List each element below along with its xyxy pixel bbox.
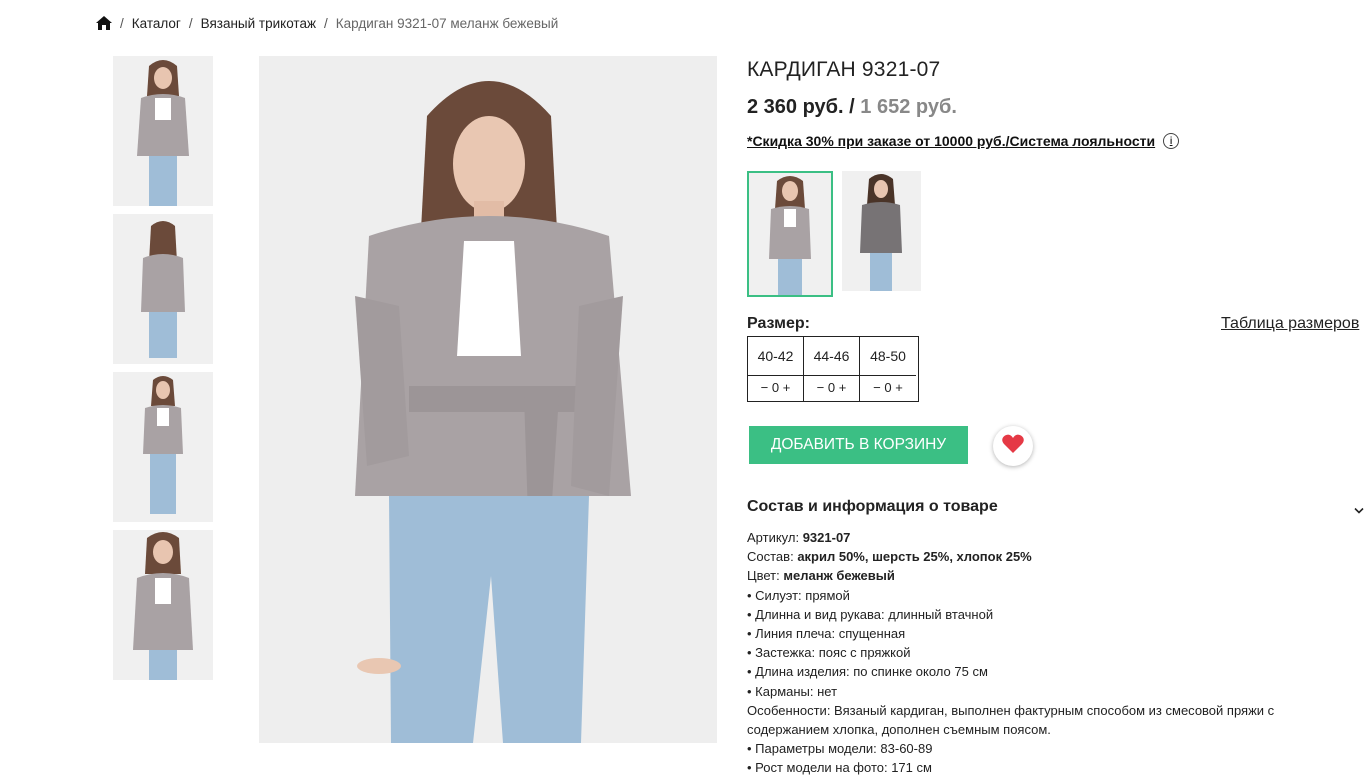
- breadcrumb-separator: /: [188, 15, 193, 31]
- size-option: 44-46 − 0 +: [804, 337, 860, 401]
- quantity-stepper[interactable]: − 0 +: [748, 376, 803, 400]
- detail-line: • Силуэт: прямой: [747, 587, 850, 603]
- heart-icon: [1002, 434, 1024, 459]
- product-title: КАРДИГАН 9321-07: [747, 58, 941, 81]
- detail-line: • Карманы: нет: [747, 683, 838, 699]
- breadcrumb: / Каталог / Вязаный трикотаж / Кардиган …: [96, 14, 558, 32]
- product-details: Артикул: 9321-07 Состав: акрил 50%, шерс…: [747, 528, 1307, 778]
- detail-line: • Линия плеча: спущенная: [747, 626, 906, 642]
- price-block: 2 360 руб. / 1 652 руб.: [747, 96, 957, 119]
- size-label: Размер:: [747, 315, 810, 332]
- breadcrumb-link-catalog[interactable]: Каталог: [132, 16, 181, 31]
- breadcrumb-separator: /: [324, 15, 328, 31]
- color-label: Цвет:: [747, 568, 780, 584]
- detail-line: • Застежка: пояс с пряжкой: [747, 645, 911, 661]
- favorite-button[interactable]: [993, 426, 1033, 466]
- size-selector: 40-42 − 0 + 44-46 − 0 + 48-50 − 0 +: [747, 336, 919, 402]
- composition-value: акрил 50%, шерсть 25%, хлопок 25%: [797, 549, 1032, 565]
- main-product-photo[interactable]: [259, 56, 717, 743]
- article-row: Артикул: 9321-07: [747, 528, 1307, 547]
- size-name: 48-50: [860, 337, 916, 376]
- regular-price: 2 360 руб.: [747, 96, 844, 118]
- home-icon[interactable]: [96, 16, 112, 30]
- detail-line: • Параметры модели: 83-60-89: [747, 741, 933, 757]
- size-name: 40-42: [748, 337, 803, 376]
- add-to-cart-button[interactable]: ДОБАВИТЬ В КОРЗИНУ: [749, 426, 968, 464]
- chevron-down-icon[interactable]: [1354, 502, 1364, 514]
- thumbnail-3[interactable]: [113, 372, 213, 522]
- thumbnail-4[interactable]: [113, 530, 213, 680]
- breadcrumb-link-knitwear[interactable]: Вязаный трикотаж: [201, 16, 316, 31]
- sale-price: 1 652 руб.: [860, 96, 957, 118]
- article-label: Артикул:: [747, 530, 800, 545]
- color-variant-beige[interactable]: [747, 171, 833, 297]
- composition-label: Состав:: [747, 549, 794, 565]
- quantity-stepper[interactable]: − 0 +: [860, 376, 916, 400]
- breadcrumb-current: Кардиган 9321-07 меланж бежевый: [335, 15, 559, 31]
- breadcrumb-separator: /: [120, 15, 124, 31]
- size-name: 44-46: [804, 337, 859, 376]
- color-variant-gray[interactable]: [842, 171, 921, 291]
- price-separator: /: [849, 96, 855, 118]
- detail-line: • Длинна и вид рукава: длинный втачной: [747, 606, 994, 622]
- discount-link-row: *Скидка 30% при заказе от 10000 руб./Сис…: [747, 133, 1180, 149]
- composition-row: Состав: акрил 50%, шерсть 25%, хлопок 25…: [747, 547, 1307, 566]
- thumbnail-1[interactable]: [113, 56, 213, 206]
- color-value: меланж бежевый: [783, 568, 895, 584]
- details-section-title[interactable]: Состав и информация о товаре: [747, 498, 998, 516]
- quantity-stepper[interactable]: − 0 +: [804, 376, 859, 400]
- thumbnail-2[interactable]: [113, 214, 213, 364]
- discount-link[interactable]: *Скидка 30% при заказе от 10000 руб./Сис…: [747, 133, 1155, 149]
- color-row: Цвет: меланж бежевый: [747, 566, 1307, 585]
- detail-line: содержанием хлопка, дополнен съемным поя…: [747, 722, 1051, 738]
- size-option: 48-50 − 0 +: [860, 337, 916, 401]
- article-value: 9321-07: [802, 530, 851, 545]
- info-icon[interactable]: i: [1163, 133, 1180, 149]
- detail-line: • Рост модели на фото: 171 см: [747, 760, 932, 776]
- detail-line: • Длина изделия: по спинке около 75 см: [747, 664, 988, 680]
- detail-line: Особенности: Вязаный кардиган, выполнен …: [747, 702, 1275, 718]
- size-table-link[interactable]: Таблица размеров: [1221, 315, 1359, 333]
- size-option: 40-42 − 0 +: [748, 337, 804, 401]
